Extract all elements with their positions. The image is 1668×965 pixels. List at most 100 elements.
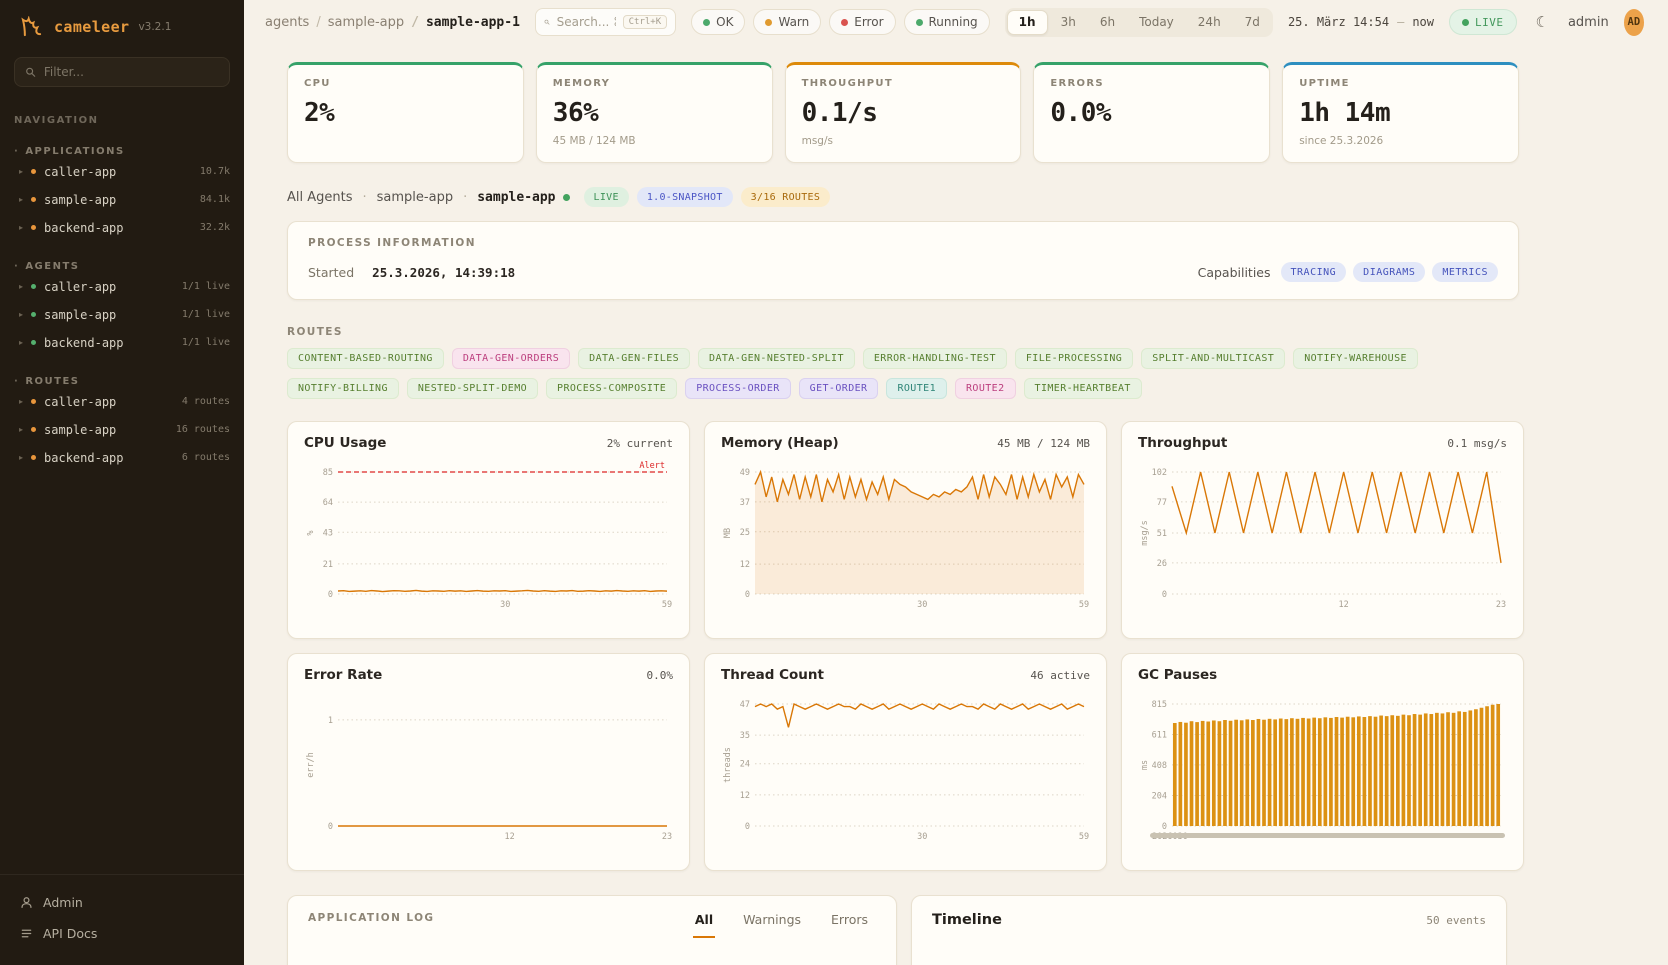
sidebar-section-title: APPLICATIONS [0,146,244,157]
route-chip-data-gen-orders[interactable]: DATA-GEN-ORDERS [452,348,570,369]
route-chip-data-gen-files[interactable]: DATA-GEN-FILES [578,348,690,369]
chart-card-threads: Thread Count46 active012243547threads305… [704,653,1107,871]
live-dot-icon [1462,19,1469,26]
status-dot-icon [765,19,772,26]
capability-chip-diagrams[interactable]: DIAGRAMS [1353,262,1425,282]
route-chip-route2[interactable]: ROUTE2 [955,378,1016,399]
capability-chip-tracing[interactable]: TRACING [1281,262,1347,282]
stat-label: ERRORS [1050,78,1253,89]
route-chip-split-and-multicast[interactable]: SPLIT-AND-MULTICAST [1141,348,1285,369]
timeline-card: Timeline 50 events [911,895,1507,965]
log-tab-errors[interactable]: Errors [829,912,870,938]
sidebar-item-applications-sample-app[interactable]: ▸sample-app84.1k [0,186,244,213]
svg-text:43: 43 [323,528,333,538]
footer-item-label: Admin [43,895,83,910]
sidebar-item-routes-backend-app[interactable]: ▸backend-app6 routes [0,444,244,471]
all-agents-link[interactable]: All Agents [287,190,353,205]
time-range-1h[interactable]: 1h [1007,10,1048,35]
time-range-today[interactable]: Today [1128,10,1185,35]
svg-text:30: 30 [917,832,927,842]
topbar: agents sample-app sample-app-1 Ctrl+K OK… [244,0,1668,44]
svg-text:59: 59 [1079,600,1089,610]
route-chip-get-order[interactable]: GET-ORDER [799,378,879,399]
stats-row: CPU2%MEMORY36%45 MB / 124 MBTHROUGHPUT0.… [287,62,1519,163]
footer-item-api-docs[interactable]: API Docs [0,918,244,949]
agent-badge-3-16-routes[interactable]: 3/16 ROUTES [741,187,831,207]
route-chip-process-composite[interactable]: PROCESS-COMPOSITE [546,378,677,399]
app-logo[interactable]: cameleer v3.2.1 [0,16,244,37]
route-chip-content-based-routing[interactable]: CONTENT-BASED-ROUTING [287,348,444,369]
chart-current-value: 46 active [1030,669,1090,682]
live-dot-icon [563,194,570,201]
route-chip-timer-heartbeat[interactable]: TIMER-HEARTBEAT [1024,378,1142,399]
filter-chip-running[interactable]: Running [904,9,990,35]
avatar[interactable]: AD [1624,9,1644,36]
chart-header: GC Pauses [1138,667,1507,683]
svg-text:408: 408 [1152,761,1167,771]
sidebar-item-applications-backend-app[interactable]: ▸backend-app32.2k [0,214,244,241]
gc-x-scrollbar[interactable] [1150,833,1505,838]
moon-icon: ☾ [1536,13,1549,31]
time-range-3h[interactable]: 3h [1050,10,1087,35]
filter-chip-ok[interactable]: OK [691,9,745,35]
status-dot-icon [31,340,36,345]
agent-badge-live[interactable]: LIVE [584,187,629,207]
capability-chip-metrics[interactable]: METRICS [1432,262,1498,282]
svg-text:21: 21 [323,560,333,570]
route-chip-nested-split-demo[interactable]: NESTED-SPLIT-DEMO [407,378,538,399]
log-header: APPLICATION LOG AllWarningsErrors [308,912,876,938]
chart-header: Memory (Heap)45 MB / 124 MB [721,435,1090,451]
sidebar-item-agents-sample-app[interactable]: ▸sample-app1/1 live [0,301,244,328]
time-range-6h[interactable]: 6h [1089,10,1126,35]
status-dot-icon [31,312,36,317]
started-label: Started [308,265,354,280]
breadcrumb-agents[interactable]: agents [265,15,309,30]
svg-text:102: 102 [1152,468,1167,478]
status-dot-icon [703,19,710,26]
log-tab-warnings[interactable]: Warnings [741,912,803,938]
footer-item-admin[interactable]: Admin [0,887,244,918]
sidebar-item-agents-caller-app[interactable]: ▸caller-app1/1 live [0,273,244,300]
routes-title: ROUTES [287,326,1519,338]
stat-sub: 45 MB / 124 MB [553,135,756,147]
time-range-7d[interactable]: 7d [1234,10,1271,35]
app-version: v3.2.1 [138,21,171,33]
route-chip-error-handling-test[interactable]: ERROR-HANDLING-TEST [863,348,1007,369]
breadcrumb: agents sample-app sample-app-1 [265,15,520,30]
svg-text:Alert: Alert [639,461,665,471]
route-chip-file-processing[interactable]: FILE-PROCESSING [1015,348,1133,369]
filter-chip-warn[interactable]: Warn [753,9,821,35]
agent-app-link[interactable]: sample-app [377,190,453,205]
search-box[interactable]: Ctrl+K [535,8,676,36]
breadcrumb-sample-app[interactable]: sample-app [316,15,404,30]
sidebar-item-badge: 32.2k [200,222,230,233]
sidebar-filter-input[interactable] [44,65,219,79]
route-chip-notify-warehouse[interactable]: NOTIFY-WAREHOUSE [1293,348,1418,369]
capability-chips: TRACING DIAGRAMS METRICS [1281,262,1498,282]
time-range-24h[interactable]: 24h [1187,10,1232,35]
dark-mode-toggle[interactable]: ☾ [1532,13,1553,32]
route-chip-route1[interactable]: ROUTE1 [886,378,947,399]
chart-current-value: 2% current [607,437,673,450]
route-chip-notify-billing[interactable]: NOTIFY-BILLING [287,378,399,399]
sidebar-filter [14,57,230,87]
sidebar-item-routes-sample-app[interactable]: ▸sample-app16 routes [0,416,244,443]
agent-badge-1-0-snapshot[interactable]: 1.0-SNAPSHOT [637,187,733,207]
stat-value: 2% [304,98,507,128]
search-shortcut-badge: Ctrl+K [623,15,668,29]
route-chip-data-gen-nested-split[interactable]: DATA-GEN-NESTED-SPLIT [698,348,855,369]
time-display[interactable]: 25. März 14:54 — now [1288,15,1434,29]
sidebar-item-applications-caller-app[interactable]: ▸caller-app10.7k [0,158,244,185]
search-input[interactable] [557,15,616,29]
svg-text:0: 0 [745,822,750,832]
svg-text:0: 0 [745,590,750,600]
sidebar-item-agents-backend-app[interactable]: ▸backend-app1/1 live [0,329,244,356]
live-indicator[interactable]: LIVE [1449,9,1517,35]
route-chip-process-order[interactable]: PROCESS-ORDER [685,378,790,399]
log-tab-all[interactable]: All [693,912,715,938]
sidebar-item-routes-caller-app[interactable]: ▸caller-app4 routes [0,388,244,415]
stat-card-throughput: THROUGHPUT0.1/smsg/s [785,62,1022,163]
sidebar-item-label: sample-app [44,193,116,207]
filter-chip-error[interactable]: Error [829,9,895,35]
sidebar-item-label: caller-app [44,165,116,179]
